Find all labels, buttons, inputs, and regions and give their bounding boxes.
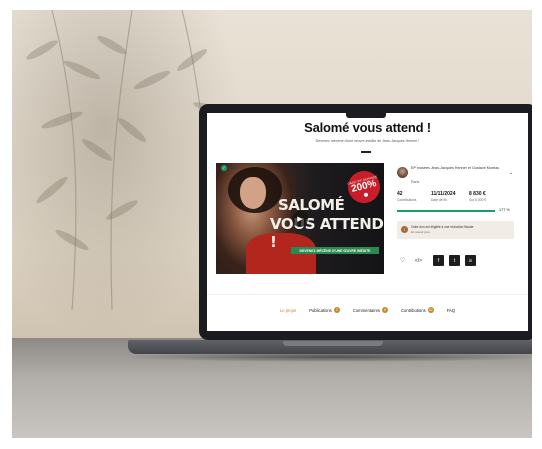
painting-face [240, 177, 266, 209]
tab-label: Commentaires [352, 307, 381, 313]
hero-title-line1: SALOMÉ [278, 196, 345, 214]
goal-sticker: OBJECTIF DÉPASSÉ 200% [344, 167, 384, 207]
tab-comments[interactable]: Commentaires 6 [352, 307, 389, 313]
play-button[interactable]: ▶ [292, 211, 308, 227]
frame-left [0, 0, 12, 449]
title-divider [361, 151, 371, 153]
hero-title-line2: VOUS ATTEND ! [270, 215, 384, 251]
twitter-share-button[interactable]: t [449, 255, 460, 266]
facebook-share-button[interactable]: f [433, 255, 444, 266]
progress-fill [397, 210, 495, 212]
facebook-icon: f [437, 257, 440, 264]
play-icon: ▶ [297, 216, 303, 223]
tab-label: Le projet [279, 307, 297, 313]
twitter-icon: t [453, 257, 456, 264]
end-date: 11/11/2024 [431, 191, 456, 197]
linkedin-icon: in [468, 258, 473, 263]
progress-percent: 177 % [499, 208, 510, 212]
hero-video[interactable]: SALOMÉ VOUS ATTEND ! DEVENEZ MÉCÈNE D'UN… [216, 163, 384, 274]
tax-info-text: Votre don est éligible à une réduction f… [411, 225, 474, 229]
laptop-lip [283, 341, 383, 346]
creator-city: Paris [411, 180, 420, 184]
frame-top [0, 0, 542, 10]
tab-count-badge: 2 [333, 307, 340, 313]
hero-banner: DEVENEZ MÉCÈNE D'UNE ŒUVRE INÉDITE [291, 247, 379, 254]
page-title: Salomé vous attend ! [304, 120, 431, 135]
tab-count-badge: 6 [382, 307, 389, 313]
frame-right [532, 0, 542, 449]
tabs-divider [207, 294, 528, 295]
new-badge: ✓ Nouv [221, 164, 238, 171]
camera-notch [346, 113, 386, 118]
info-icon: i [401, 226, 408, 233]
contributions-count: 42 [397, 191, 403, 197]
laptop-screen: Salomé vous attend ! Devenez mécène d'un… [207, 113, 528, 331]
tab-label: Publications [309, 307, 332, 313]
code-icon: </> [414, 257, 423, 264]
project-tabs: Le projet Publications 2 Commentaires 6 … [207, 307, 528, 313]
learn-more-link[interactable]: En savoir plus [411, 230, 430, 234]
tab-project[interactable]: Le projet [280, 307, 296, 313]
end-date-label: Date de fin [431, 198, 447, 202]
tab-label: FAQ [446, 307, 456, 313]
creator-name[interactable]: EP musées Jean-Jacques Henner et Gustave… [411, 166, 509, 171]
tab-label: Contributions [401, 307, 426, 313]
page-subtitle: Devenez mécène d'une œuvre inédite de Je… [315, 139, 420, 143]
tab-publications[interactable]: Publications 2 [309, 307, 340, 313]
tab-faq[interactable]: FAQ [447, 307, 455, 313]
progress-bar [397, 210, 495, 212]
goal-amount: Sur 5 000 € [469, 198, 487, 202]
heart-icon: ♡ [399, 258, 406, 264]
amount-raised: 8 830 € [469, 191, 486, 197]
avatar[interactable] [397, 167, 408, 178]
tab-count-badge: 42 [427, 307, 434, 313]
contributions-label: Contributions [397, 198, 417, 202]
frame-bottom [0, 438, 542, 449]
tab-contributions[interactable]: Contributions 42 [401, 307, 434, 313]
tax-info-box[interactable]: i Votre don est éligible à une réduction… [397, 221, 514, 239]
coin-icon [363, 191, 369, 197]
linkedin-share-button[interactable]: in [465, 255, 476, 266]
badge-label: Nouv [229, 165, 238, 170]
favorite-button[interactable]: ♡ [397, 255, 408, 266]
chevron-down-icon[interactable]: ⌄ [509, 170, 513, 176]
check-icon: ✓ [221, 164, 227, 171]
embed-button[interactable]: </> [413, 255, 424, 266]
